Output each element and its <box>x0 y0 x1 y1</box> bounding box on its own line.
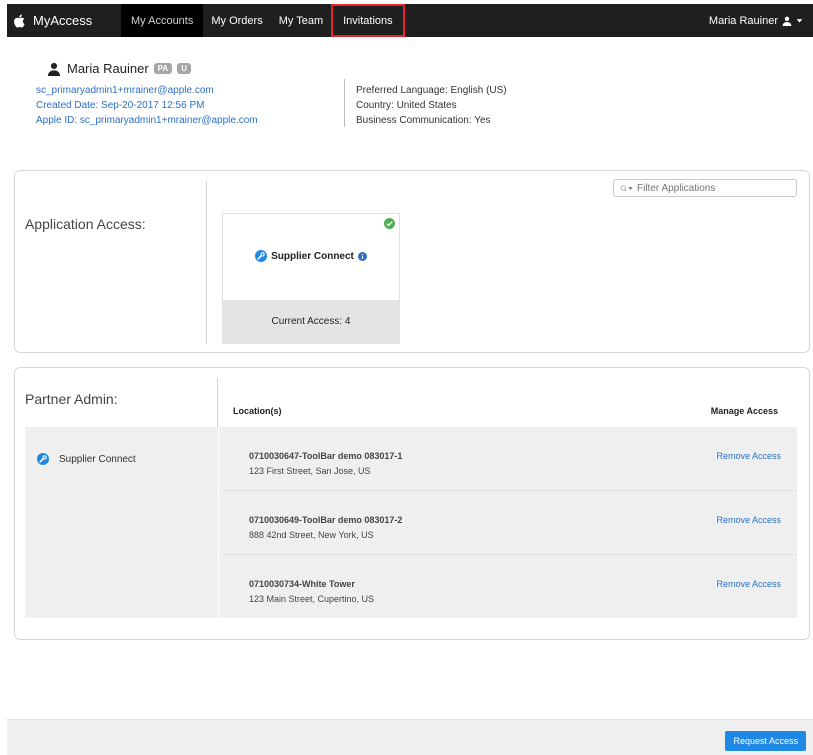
current-access-footer: Current Access: 4 <box>223 300 399 343</box>
profile-name-row: Maria Rauiner PA U <box>47 61 191 76</box>
role-badge-u: U <box>177 63 191 74</box>
profile-header: Maria Rauiner PA U sc_primaryadmin1+mrai… <box>36 57 796 132</box>
user-icon <box>782 16 792 26</box>
brand[interactable]: MyAccess <box>7 13 121 28</box>
profile-divider <box>344 79 345 127</box>
locations-table: 0710030647-ToolBar demo 083017-1 123 Fir… <box>219 427 797 618</box>
user-icon <box>47 62 61 76</box>
column-header-location: Location(s) <box>233 406 282 416</box>
top-nav-bar: MyAccess My Accounts My Orders My Team I… <box>7 4 813 37</box>
partner-admin-panel: Partner Admin: Supplier Connect Location… <box>14 367 810 640</box>
nav-my-team[interactable]: My Team <box>271 4 331 37</box>
nav-my-orders[interactable]: My Orders <box>203 4 270 37</box>
column-header-manage-access: Manage Access <box>710 406 778 416</box>
application-access-title: Application Access: <box>25 216 146 232</box>
info-icon[interactable] <box>357 251 367 261</box>
role-badge-pa: PA <box>153 63 173 74</box>
application-card-name: Supplier Connect <box>271 250 354 262</box>
filter-applications-input[interactable] <box>637 182 777 194</box>
footer-bar: Request Access <box>7 719 813 755</box>
search-filter-icon <box>620 184 633 191</box>
table-row: 0710030647-ToolBar demo 083017-1 123 Fir… <box>219 427 797 491</box>
wrench-icon <box>255 250 268 262</box>
section-divider <box>206 181 207 344</box>
app-name: MyAccess <box>33 13 93 28</box>
location-name: 0710030734-White Tower <box>249 579 355 589</box>
profile-country: Country: United States <box>356 100 457 111</box>
profile-preferences: Preferred Language: English (US) Country… <box>356 83 507 128</box>
profile-created-date: Created Date: Sep-20-2017 12:56 PM <box>36 100 205 111</box>
nav-my-accounts[interactable]: My Accounts <box>121 4 204 37</box>
table-row: 0710030649-ToolBar demo 083017-2 888 42n… <box>219 491 797 555</box>
nav-invitations[interactable]: Invitations <box>331 4 405 37</box>
apple-logo-icon <box>14 14 25 27</box>
wrench-icon <box>37 453 49 465</box>
check-circle-icon <box>384 218 395 229</box>
user-menu[interactable]: Maria Rauiner <box>709 15 803 27</box>
profile-language: Preferred Language: English (US) <box>356 85 507 96</box>
profile-account-info: sc_primaryadmin1+mrainer@apple.com Creat… <box>36 83 258 128</box>
filter-applications[interactable] <box>613 179 797 197</box>
application-access-panel: Application Access: Supplier Connect <box>14 170 810 353</box>
location-address: 123 First Street, San Jose, US <box>249 466 371 476</box>
request-access-button[interactable]: Request Access <box>725 731 806 751</box>
partner-app-supplier-connect: Supplier Connect <box>37 453 136 465</box>
profile-apple-id[interactable]: Apple ID: sc_primaryadmin1+mrainer@apple… <box>36 113 258 128</box>
partner-app-name: Supplier Connect <box>59 453 136 465</box>
location-address: 123 Main Street, Cupertino, US <box>249 594 375 604</box>
application-card-label: Supplier Connect <box>223 250 399 262</box>
location-name: 0710030647-ToolBar demo 083017-1 <box>249 451 403 461</box>
remove-access-link[interactable]: Remove Access <box>716 515 781 525</box>
caret-down-icon <box>796 19 803 23</box>
location-name: 0710030649-ToolBar demo 083017-2 <box>249 515 403 525</box>
remove-access-link[interactable]: Remove Access <box>716 451 781 461</box>
table-row: 0710030734-White Tower 123 Main Street, … <box>219 555 797 619</box>
profile-business-communication: Business Communication: Yes <box>356 115 491 126</box>
partner-admin-title: Partner Admin: <box>25 391 118 407</box>
remove-access-link[interactable]: Remove Access <box>716 579 781 589</box>
user-menu-name: Maria Rauiner <box>708 14 778 27</box>
application-card-supplier-connect[interactable]: Supplier Connect Current Access: 4 <box>222 213 400 344</box>
profile-email[interactable]: sc_primaryadmin1+mrainer@apple.com <box>36 83 258 98</box>
location-address: 888 42nd Street, New York, US <box>249 530 374 540</box>
profile-name: Maria Rauiner <box>67 61 149 76</box>
